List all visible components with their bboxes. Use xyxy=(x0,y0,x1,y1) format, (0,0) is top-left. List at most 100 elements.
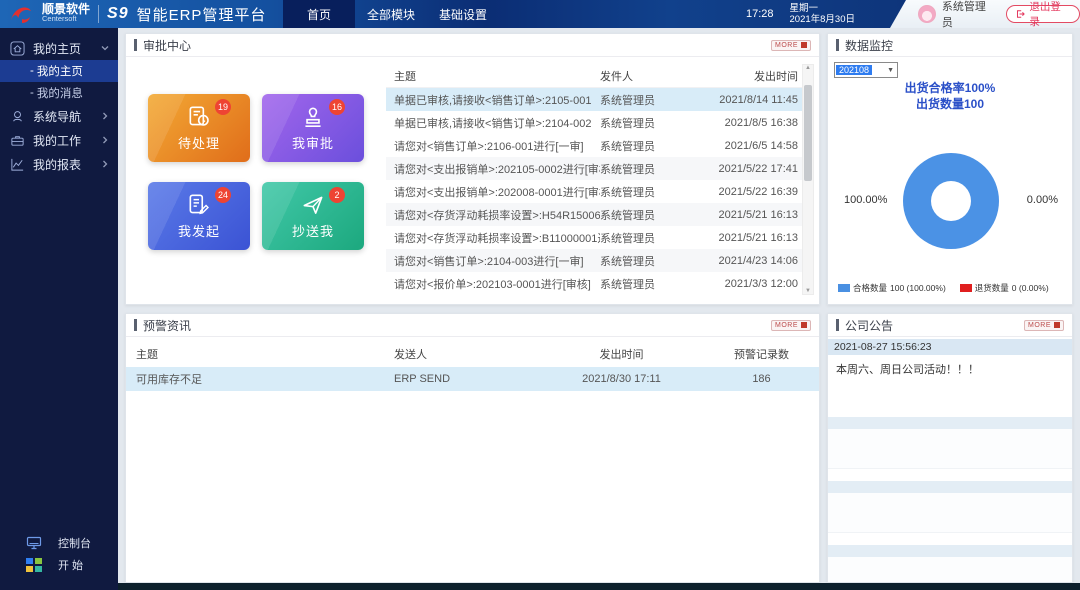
empty-announcement-strip xyxy=(828,481,1072,493)
logout-label: 退出登录 xyxy=(1029,0,1071,29)
monitor-icon xyxy=(26,536,42,550)
data-monitor-title: 数据监控 xyxy=(845,37,893,54)
table-row[interactable]: 请您对<支出报销单>:202008-0001进行[审核] 系统管理员 2021/… xyxy=(386,180,802,203)
table-scrollbar[interactable]: ▲ ▼ xyxy=(802,64,814,295)
row-sender: 系统管理员 xyxy=(600,92,692,108)
sidebar-item-label: 我的报表 xyxy=(33,156,100,173)
chevron-right-icon xyxy=(100,159,110,169)
date-block: 星期一 2021年8月30日 xyxy=(790,3,855,25)
document-edit-icon xyxy=(186,192,212,218)
sidebar-subitem-my-home[interactable]: 我的主页 xyxy=(0,60,118,82)
announcement-date[interactable]: 2021-08-27 15:56:23 xyxy=(828,339,1072,355)
row-subject: 单据已审核,请接收<销售订单>:2105-001 xyxy=(386,92,600,108)
scrollbar-thumb[interactable] xyxy=(804,85,812,181)
card-pending-label: 待处理 xyxy=(178,133,220,152)
table-row[interactable]: 请您对<存货浮动耗损率设置>:B11000001进行[审核] 系统管理员 202… xyxy=(386,226,802,249)
legend-swatch-blue xyxy=(838,284,850,292)
briefcase-icon xyxy=(10,133,25,148)
approval-more-button[interactable]: MORE xyxy=(771,40,811,51)
tab-base-settings[interactable]: 基础设置 xyxy=(427,0,499,28)
sidebar-item-system-nav[interactable]: 系统导航 xyxy=(0,104,118,128)
shipment-qty-text: 出货数量100 xyxy=(828,96,1072,112)
more-label: MORE xyxy=(775,322,798,329)
card-initiated-label: 我发起 xyxy=(178,221,220,240)
row-time: 2021/5/21 16:13 xyxy=(692,209,802,221)
scroll-down-icon[interactable]: ▼ xyxy=(805,288,811,294)
clock: 17:28 xyxy=(746,8,774,20)
tab-all-modules-label: 全部模块 xyxy=(367,6,415,23)
more-icon xyxy=(801,42,807,48)
tab-all-modules[interactable]: 全部模块 xyxy=(355,0,427,28)
pass-rate-text: 出货合格率100% xyxy=(828,80,1072,96)
table-row[interactable]: 请您对<存货浮动耗损率设置>:H54R15006002进行[审核] 系统管理员 … xyxy=(386,203,802,226)
sidebar-subitem-my-messages[interactable]: 我的消息 xyxy=(0,82,118,104)
table-row[interactable]: 请您对<支出报销单>:202105-0002进行[审核] 系统管理员 2021/… xyxy=(386,157,802,180)
sidebar-subitem-label: 我的主页 xyxy=(37,63,83,79)
start-button[interactable]: 开 始 xyxy=(0,554,118,576)
announcement-body: 本周六、周日公司活动！！！ xyxy=(836,364,979,376)
top-bar: 顺景软件 Centersoft S9 智能ERP管理平台 首页 全部模块 基础设… xyxy=(0,0,1080,28)
card-cc-to-me[interactable]: 2 抄送我 xyxy=(262,182,364,250)
more-icon xyxy=(801,322,807,328)
scroll-up-icon[interactable]: ▲ xyxy=(805,65,811,71)
row-time: 2021/5/22 16:39 xyxy=(692,186,802,198)
table-row[interactable]: 请您对<报价单>:202103-0001进行[审核] 系统管理员 2021/3/… xyxy=(386,272,802,295)
approval-cards: 19 待处理 16 我审批 xyxy=(148,94,364,250)
row-sender: 系统管理员 xyxy=(600,207,692,223)
sidebar: 我的主页 我的主页 我的消息 系统导航 xyxy=(0,28,118,590)
row-subject: 可用库存不足 xyxy=(126,371,394,387)
row-subject: 请您对<存货浮动耗损率设置>:H54R15006002进行[审核] xyxy=(386,207,600,223)
table-row[interactable]: 单据已审核,请接收<销售订单>:2104-002 系统管理员 2021/8/5 … xyxy=(386,111,802,134)
card-initiated-by-me[interactable]: 24 我发起 xyxy=(148,182,250,250)
donut-label-right: 0.00% xyxy=(1027,194,1058,206)
title-accent-bar xyxy=(836,319,839,331)
company-name-en: Centersoft xyxy=(42,14,90,24)
weekday: 星期一 xyxy=(790,3,855,14)
chart-legend: 合格数量 100 (100.00%) 退货数量 0 (0.00%) xyxy=(838,282,1049,294)
legend-detail: 100 (100.00%) xyxy=(890,283,946,293)
sidebar-item-label: 我的工作 xyxy=(33,132,100,149)
row-time: 2021/4/23 14:06 xyxy=(692,255,802,267)
more-label: MORE xyxy=(1028,322,1051,329)
row-sender: 系统管理员 xyxy=(600,115,692,131)
tab-home[interactable]: 首页 xyxy=(283,0,355,28)
legend-name: 合格数量 xyxy=(853,282,887,294)
logout-button[interactable]: 退出登录 xyxy=(1006,5,1080,23)
table-row[interactable]: 单据已审核,请接收<销售订单>:2105-001 系统管理员 2021/8/14… xyxy=(386,88,802,111)
my-approvals-count-badge: 16 xyxy=(329,99,345,115)
initiated-count-badge: 24 xyxy=(215,187,231,203)
table-row[interactable]: 请您对<销售订单>:2104-003进行[一审] 系统管理员 2021/4/23… xyxy=(386,249,802,272)
card-my-approvals[interactable]: 16 我审批 xyxy=(262,94,364,162)
table-row[interactable]: 请您对<销售订单>:2106-001进行[一审] 系统管理员 2021/6/5 … xyxy=(386,134,802,157)
user-avatar[interactable] xyxy=(918,5,936,23)
announcements-header: 公司公告 MORE xyxy=(828,314,1072,337)
title-accent-bar xyxy=(134,319,137,331)
sidebar-item-my-work[interactable]: 我的工作 xyxy=(0,128,118,152)
announcements-more-button[interactable]: MORE xyxy=(1024,320,1064,331)
product-logo: S9 xyxy=(107,5,129,23)
sidebar-item-my-reports[interactable]: 我的报表 xyxy=(0,152,118,176)
legend-swatch-red xyxy=(960,284,972,292)
card-pending[interactable]: 19 待处理 xyxy=(148,94,250,162)
data-monitor-header: 数据监控 xyxy=(828,34,1072,57)
empty-announcement-box xyxy=(828,429,1072,469)
row-subject: 请您对<销售订单>:2104-003进行[一审] xyxy=(386,253,600,269)
paper-plane-icon xyxy=(300,192,326,218)
company-logo-icon xyxy=(8,3,34,25)
sidebar-item-label: 我的主页 xyxy=(33,40,100,57)
table-row[interactable]: 可用库存不足 ERP SEND 2021/8/30 17:11 186 xyxy=(126,367,819,391)
alerts-more-button[interactable]: MORE xyxy=(771,320,811,331)
col-subject: 主题 xyxy=(386,68,600,84)
chart-icon xyxy=(10,157,25,172)
approval-table: 主题 发件人 发出时间 单据已审核,请接收<销售订单>:2105-001 系统管… xyxy=(386,64,802,295)
row-time: 2021/8/30 17:11 xyxy=(539,373,704,385)
sidebar-item-my-home[interactable]: 我的主页 xyxy=(0,36,118,60)
sidebar-footer: 控制台 开 始 xyxy=(0,532,118,576)
cc-count-badge: 2 xyxy=(329,187,345,203)
legend-item-pass: 合格数量 100 (100.00%) xyxy=(838,282,946,294)
logout-icon xyxy=(1015,9,1025,19)
sidebar-item-label: 系统导航 xyxy=(33,108,100,125)
period-select[interactable]: 202108 ▼ xyxy=(834,62,898,78)
row-subject: 单据已审核,请接收<销售订单>:2104-002 xyxy=(386,115,600,131)
console-button[interactable]: 控制台 xyxy=(0,532,118,554)
